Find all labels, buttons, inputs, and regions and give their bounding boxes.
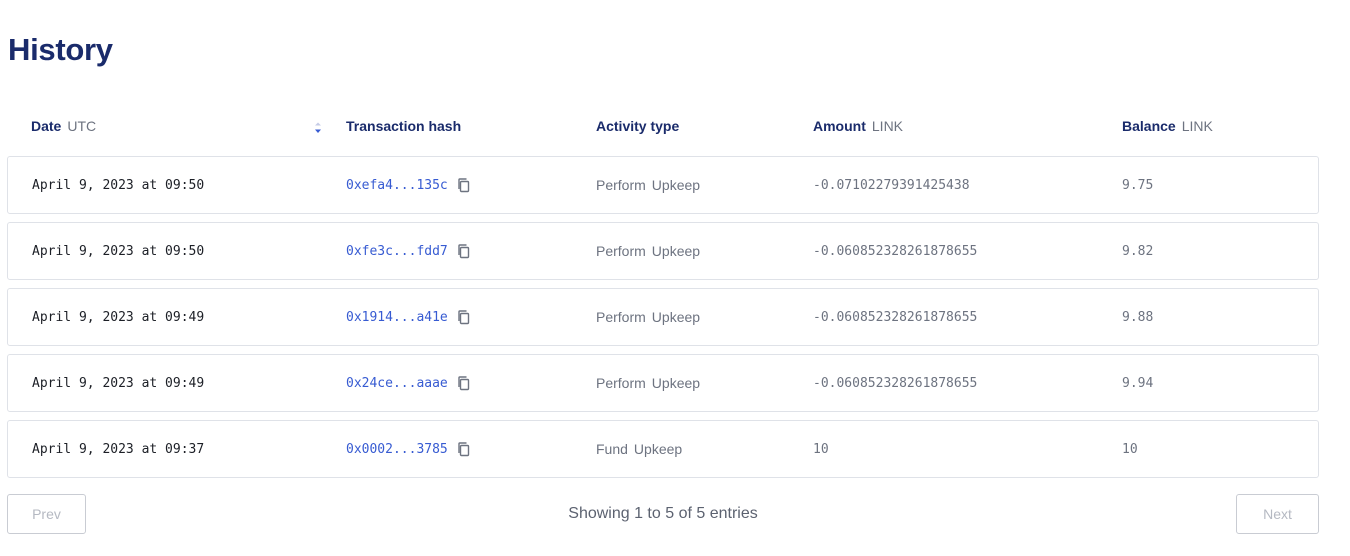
column-label: Amount [813,118,866,134]
table-row: April 9, 2023 at 09:49 0x24ce...aaae Per… [7,354,1319,412]
activity-type-cell: Perform Upkeep [596,289,700,345]
date-cell: April 9, 2023 at 09:50 [32,177,205,193]
activity-type-word: Upkeep [651,309,701,325]
column-header-balance: Balance LINK [1122,118,1213,134]
activity-type-word: Upkeep [651,243,701,259]
table-row: April 9, 2023 at 09:49 0x1914...a41e Per… [7,288,1319,346]
activity-type-word: Upkeep [633,441,683,457]
sort-desc-icon[interactable] [312,121,324,135]
column-label: Date [31,118,62,134]
copy-icon[interactable] [457,309,471,325]
activity-type-cell: Fund Upkeep [596,421,682,477]
transaction-hash-link[interactable]: 0xefa4...135c [346,178,448,193]
column-header-type: Activity type [596,118,679,134]
transaction-hash-link[interactable]: 0x24ce...aaae [346,376,448,391]
history-table-body: April 9, 2023 at 09:50 0xefa4...135c Per… [7,156,1319,486]
hash-cell: 0x24ce...aaae [346,355,471,411]
column-label: Activity type [596,118,680,134]
column-unit: UTC [67,118,97,134]
activity-type-word: Perform [596,375,646,391]
next-button[interactable]: Next [1236,494,1319,534]
hash-cell: 0x1914...a41e [346,289,471,345]
table-header: Date UTC Transaction hash Activity type … [8,118,1319,138]
table-row: April 9, 2023 at 09:37 0x0002...3785 Fun… [7,420,1319,478]
column-label: Balance [1122,118,1176,134]
column-header-date[interactable]: Date UTC [31,118,96,134]
table-row: April 9, 2023 at 09:50 0xefa4...135c Per… [7,156,1319,214]
amount-cell: -0.060852328261878655 [813,309,978,325]
balance-cell: 9.94 [1122,375,1154,391]
table-row: April 9, 2023 at 09:50 0xfe3c...fdd7 Per… [7,222,1319,280]
amount-cell: -0.060852328261878655 [813,243,978,259]
date-cell: April 9, 2023 at 09:37 [32,441,205,457]
column-label: Transaction hash [346,118,462,134]
balance-cell: 9.88 [1122,309,1154,325]
copy-icon[interactable] [457,441,471,457]
activity-type-word: Perform [596,243,646,259]
balance-cell: 9.82 [1122,243,1154,259]
activity-type-cell: Perform Upkeep [596,355,700,411]
date-cell: April 9, 2023 at 09:50 [32,243,205,259]
transaction-hash-link[interactable]: 0xfe3c...fdd7 [346,244,448,259]
date-cell: April 9, 2023 at 09:49 [32,309,205,325]
pagination-status: Showing 1 to 5 of 5 entries [568,505,758,522]
copy-icon[interactable] [457,375,471,391]
history-page: History Date UTC Transaction hash Activi… [0,0,1350,556]
transaction-hash-link[interactable]: 0x0002...3785 [346,442,448,457]
activity-type-word: Upkeep [651,375,701,391]
column-unit: LINK [871,118,904,134]
column-header-hash: Transaction hash [346,118,461,134]
page-title: History [8,32,113,67]
hash-cell: 0xefa4...135c [346,157,471,213]
copy-icon[interactable] [457,177,471,193]
activity-type-cell: Perform Upkeep [596,157,700,213]
activity-type-word: Perform [596,177,646,193]
hash-cell: 0xfe3c...fdd7 [346,223,471,279]
activity-type-word: Perform [596,309,646,325]
amount-cell: -0.07102279391425438 [813,177,970,193]
amount-cell: -0.060852328261878655 [813,375,978,391]
balance-cell: 10 [1122,441,1138,457]
column-header-amount: Amount LINK [813,118,903,134]
balance-cell: 9.75 [1122,177,1154,193]
hash-cell: 0x0002...3785 [346,421,471,477]
column-unit: LINK [1181,118,1213,134]
pagination: Prev Showing 1 to 5 of 5 entries Next [7,494,1319,534]
amount-cell: 10 [813,441,829,457]
activity-type-word: Upkeep [651,177,701,193]
activity-type-word: Fund [596,441,628,457]
date-cell: April 9, 2023 at 09:49 [32,375,205,391]
transaction-hash-link[interactable]: 0x1914...a41e [346,310,448,325]
activity-type-cell: Perform Upkeep [596,223,700,279]
copy-icon[interactable] [457,243,471,259]
